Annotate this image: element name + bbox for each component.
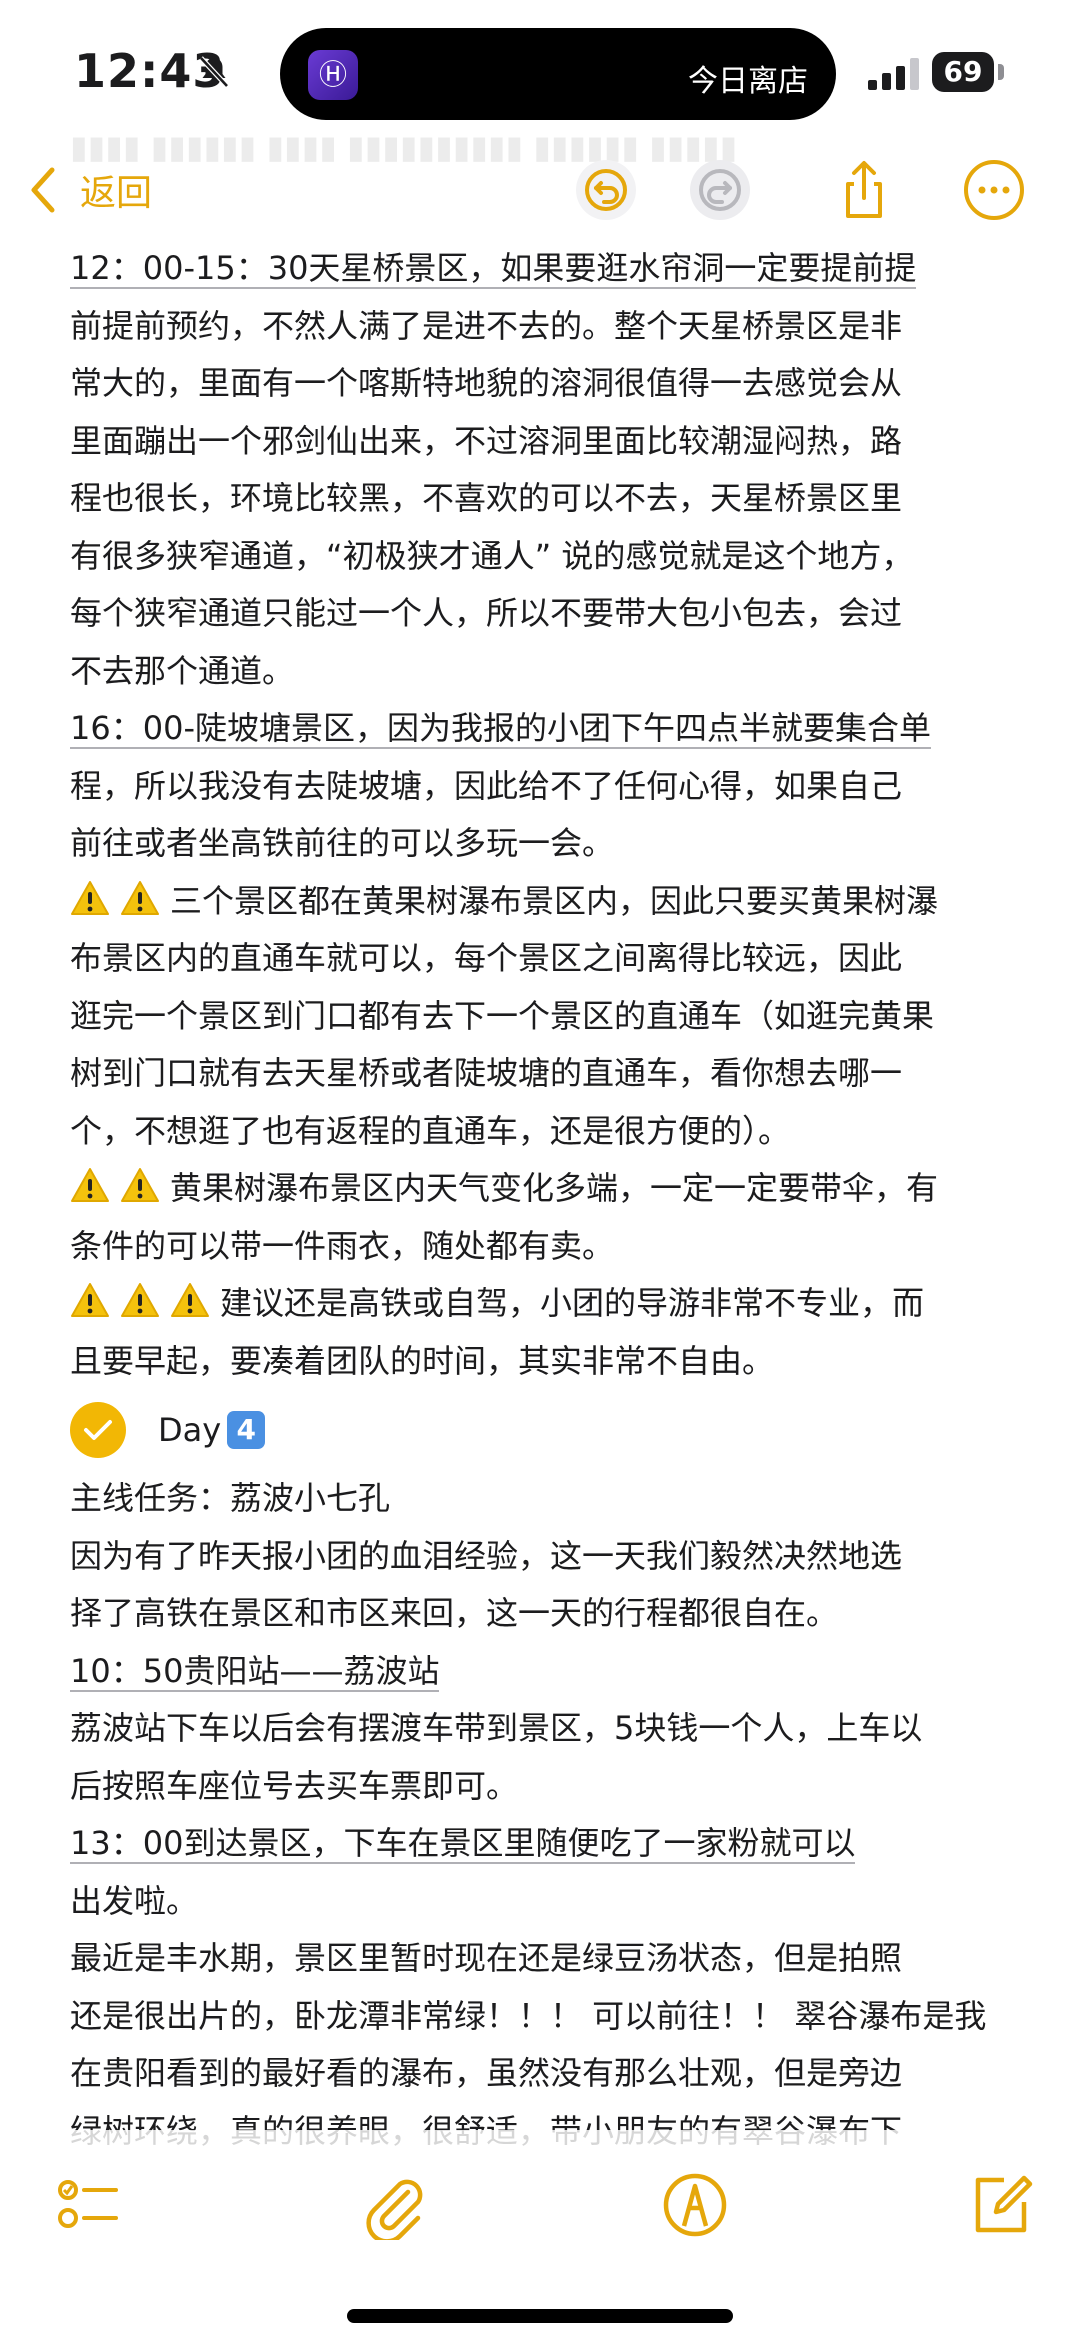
warning-icon (171, 1283, 209, 1317)
chevron-left-icon (31, 167, 55, 213)
warning-icon (121, 880, 159, 915)
note-line: 在贵阳看到的最好看的瀑布，虽然没有那么壮观，但是旁边 (70, 2054, 903, 2092)
note-line: 12：00-15：30天星桥景区，如果要逛水帘洞一定要提前提 (70, 240, 1020, 298)
back-button[interactable]: 返回 (28, 160, 152, 220)
home-indicator[interactable] (347, 2309, 733, 2323)
note-line: 每个狭窄通道只能过一个人，所以不要带大包小包去，会过 (70, 594, 903, 632)
note-line: 后按照车座位号去买车票即可。 (70, 1766, 519, 1805)
bell-muted-icon (199, 56, 229, 88)
note-line: 树到门口就有去天星桥或者陡坡塘的直通车，看你想去哪一 (70, 1054, 903, 1092)
checklist-item-day4[interactable]: Day 4 (70, 1390, 1020, 1470)
back-label: 返回 (80, 173, 153, 214)
note-line: 条件的可以带一件雨衣，随处都有卖。 (70, 1226, 615, 1265)
note-line: 择了高铁在景区和市区来回，这一天的行程都很自在。 (70, 1594, 839, 1632)
note-line: 前提前预约，不然人满了是进不去的。整个天星桥景区是非 (70, 306, 903, 345)
note-line: 不去那个通道。 (70, 651, 295, 690)
note-line: 10：50贵阳站——荔波站 (70, 1643, 1020, 1701)
battery-cap (998, 64, 1004, 80)
keycap-number-icon: 4 (227, 1411, 266, 1449)
note-line: 因为有了昨天报小团的血泪经验，这一天我们毅然决然地选 (70, 1536, 903, 1575)
note-line: 黄果树瀑布景区内天气变化多端，一定一定要带伞，有 (70, 1160, 1020, 1218)
note-line: 13：00到达景区，下车在景区里随便吃了一家粉就可以 (70, 1815, 1020, 1873)
redo-icon[interactable] (688, 158, 752, 222)
more-options-icon[interactable] (962, 158, 1026, 222)
note-line: 且要早起，要凑着团队的时间，其实非常不自由。 (70, 1341, 775, 1380)
note-line: 荔波站下车以后会有摆渡车带到景区，5块钱一个人，上车以 (70, 1709, 923, 1747)
note-line: 建议还是高铁或自驾，小团的导游非常不专业，而 (70, 1275, 1020, 1333)
share-icon[interactable] (832, 158, 896, 222)
dynamic-island[interactable]: Ⓗ 今日离店 (280, 28, 836, 120)
undo-icon[interactable] (574, 158, 638, 222)
note-line: 主线任务：荔波小七孔 (70, 1479, 391, 1517)
markup-pen-icon[interactable] (660, 2170, 730, 2240)
warning-icon (71, 1283, 109, 1317)
day-label-text: Day (158, 1411, 222, 1449)
note-text: 三个景区都在黄果树瀑布景区内，因此只要买黄果树瀑 (170, 881, 939, 920)
battery-indicator: 69 (932, 52, 994, 92)
note-line: 前往或者坐高铁前往的可以多玩一会。 (70, 824, 615, 862)
note-line: 程也很长，环境比较黑，不喜欢的可以不去，天星桥景区里 (70, 479, 903, 517)
warning-icon (121, 1283, 159, 1317)
note-line: 三个景区都在黄果树瀑布景区内，因此只要买黄果树瀑 (70, 873, 1020, 931)
checkmark-circle-icon[interactable] (70, 1402, 126, 1458)
note-body[interactable]: 12：00-15：30天星桥景区，如果要逛水帘洞一定要提前提 前提前预约，不然人… (70, 240, 1020, 2160)
time-range-underlined: 13：00到达景区，下车在景区里随便吃了一家粉就可以 (70, 1824, 856, 1864)
note-line: 16：00-陡坡塘景区，因为我报的小团下午四点半就要集合单 (70, 700, 1020, 758)
note-line: 常大的，里面有一个喀斯特地貌的溶洞很值得一去感觉会从 (70, 364, 903, 402)
warning-icon (71, 1168, 109, 1202)
checkmark-icon (84, 1420, 112, 1440)
note-line: 布景区内的直通车就可以，每个景区之间离得比较远，因此 (70, 939, 903, 977)
time-range-underlined: 12：00-15：30天星桥景区，如果要逛水帘洞一定要提前提 (70, 249, 917, 289)
note-line: 有很多狭窄通道，“初极狭才通人” 说的感觉就是这个地方， (70, 536, 914, 575)
note-line: 最近是丰水期，景区里暂时现在还是绿豆汤状态，但是拍照 (70, 1939, 903, 1977)
hotel-app-icon: Ⓗ (308, 50, 358, 100)
warning-icon (71, 880, 109, 915)
cellular-signal-icon (868, 58, 919, 90)
time-range-underlined: 10：50贵阳站——荔波站 (70, 1651, 440, 1692)
note-line: 里面蹦出一个邪剑仙出来，不过溶洞里面比较潮湿闷热，路 (70, 421, 903, 460)
warning-icon (121, 1168, 159, 1202)
live-activity-text: 今日离店 (688, 64, 808, 99)
compose-icon[interactable] (966, 2170, 1036, 2240)
note-line: 逛完一个景区到门口都有去下一个景区的直通车（如逛完黄果 (70, 996, 935, 1035)
note-text: 黄果树瀑布景区内天气变化多端，一定一定要带伞，有 (170, 1169, 939, 1207)
note-line: 还是很出片的，卧龙潭非常绿！！！ 可以前往！！ 翠谷瀑布是我 (70, 1996, 987, 2035)
note-line: 个，不想逛了也有返程的直通车，还是很方便的）。 (70, 1111, 791, 1150)
paperclip-icon[interactable] (360, 2170, 430, 2240)
day-label: Day 4 (158, 1411, 266, 1449)
note-line: 出发啦。 (70, 1881, 199, 1920)
time-range-underlined: 16：00-陡坡塘景区，因为我报的小团下午四点半就要集合单 (70, 709, 931, 749)
checklist-icon[interactable] (54, 2170, 124, 2240)
note-line: 程，所以我没有去陡坡塘，因此给不了任何心得，如果自己 (70, 766, 903, 805)
note-text: 建议还是高铁或自驾，小团的导游非常不专业，而 (220, 1284, 925, 1322)
